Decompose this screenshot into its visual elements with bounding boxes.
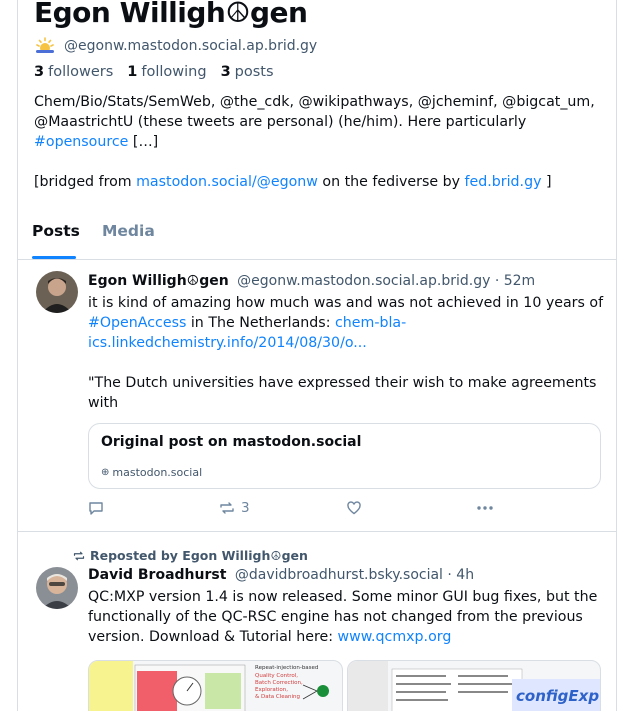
profile-handle: @egonw.mastodon.social.ap.brid.gy [64, 38, 318, 54]
tab-posts[interactable]: Posts [32, 222, 80, 240]
avatar[interactable] [36, 567, 78, 609]
repost-attribution[interactable]: Reposted by Egon Willigh☮gen [72, 548, 308, 563]
post-link[interactable]: ics.linkedchemistry.info/2014/08/30/o... [88, 335, 367, 351]
weather-sun-icon [34, 36, 54, 56]
repost-icon [73, 551, 85, 560]
post-time[interactable]: · 4h [447, 567, 474, 583]
bio-line: #opensource […] [34, 134, 159, 150]
bridged-source-link[interactable]: mastodon.social/@egonw [136, 174, 318, 190]
svg-text:& Data Cleaning: & Data Cleaning [255, 694, 300, 700]
profile-bio: Chem/Bio/Stats/SemWeb, @the_cdk, @wikipa… [34, 92, 606, 192]
feed-post[interactable]: Reposted by Egon Willigh☮gen David Broad… [18, 540, 616, 711]
svg-text:Quality Control,: Quality Control, [255, 673, 298, 679]
ellipsis-icon [477, 506, 493, 510]
active-tab-indicator [32, 256, 76, 259]
post-link[interactable]: chem-bla- [335, 315, 406, 331]
avatar[interactable] [36, 271, 78, 313]
bio-line: Chem/Bio/Stats/SemWeb, @the_cdk, @wikipa… [34, 94, 595, 110]
like-button[interactable] [346, 500, 362, 516]
more-options-button[interactable] [476, 500, 494, 516]
svg-text:Repeat-injection-based: Repeat-injection-based [255, 665, 318, 671]
post-link[interactable]: www.qcmxp.org [338, 629, 452, 645]
repost-icon [220, 502, 234, 514]
heart-icon [347, 501, 361, 515]
link-card-domain: ⊕ mastodon.social [101, 466, 203, 479]
link-card-title: Original post on mastodon.social [101, 434, 362, 450]
post-author[interactable]: Egon Willigh☮gen [88, 273, 229, 289]
post-image[interactable]: Repeat-injection-based Quality Control, … [88, 660, 343, 711]
bridged-line: [bridged from mastodon.social/@egonw on … [34, 174, 552, 190]
repost-button[interactable]: 3 [218, 500, 250, 516]
profile-stats: 3 followers 1 following 3 posts [34, 64, 274, 80]
post-meta: David Broadhurst @davidbroadhurst.bsky.s… [88, 567, 474, 583]
handle-row: @egonw.mastodon.social.ap.brid.gy [34, 36, 317, 56]
hashtag-openaccess[interactable]: #OpenAccess [88, 315, 186, 331]
post-image[interactable]: configExp [346, 660, 601, 711]
image-gallery: Repeat-injection-based Quality Control, … [88, 660, 601, 711]
posts-stat: 3 posts [220, 64, 274, 80]
svg-text:Batch Correction,: Batch Correction, [255, 680, 303, 686]
post-handle[interactable]: @egonw.mastodon.social.ap.brid.gy [237, 273, 490, 289]
followers-stat[interactable]: 3 followers [34, 64, 113, 80]
tab-media[interactable]: Media [102, 222, 155, 240]
following-stat[interactable]: 1 following [127, 64, 206, 80]
profile-tabs: Posts Media [18, 216, 616, 260]
svg-text:configExp: configExp [516, 687, 599, 705]
globe-icon: ⊕ [101, 467, 110, 478]
profile-display-name: Egon Willigh☮gen [34, 0, 308, 29]
post-text: QC:MXP version 1.4 is now released. Some… [88, 589, 598, 645]
hashtag-opensource[interactable]: #opensource [34, 134, 128, 150]
post-time[interactable]: · 52m [495, 273, 535, 289]
svg-text:Exploration,: Exploration, [255, 687, 288, 693]
repost-count: 3 [241, 500, 250, 516]
post-controls: 3 [88, 500, 508, 520]
feed-post[interactable]: Egon Willigh☮gen @egonw.mastodon.social.… [18, 262, 616, 532]
post-text: it is kind of amazing how much was and w… [88, 295, 604, 411]
reply-button[interactable] [88, 500, 104, 516]
post-handle[interactable]: @davidbroadhurst.bsky.social [235, 567, 443, 583]
reply-icon [89, 502, 103, 515]
post-author[interactable]: David Broadhurst [88, 567, 226, 583]
bio-line: @MaastrichtU (these tweets are personal)… [34, 114, 527, 130]
link-card[interactable]: Original post on mastodon.social ⊕ masto… [88, 423, 601, 489]
post-meta: Egon Willigh☮gen @egonw.mastodon.social.… [88, 273, 535, 289]
bridge-service-link[interactable]: fed.brid.gy [465, 174, 542, 190]
